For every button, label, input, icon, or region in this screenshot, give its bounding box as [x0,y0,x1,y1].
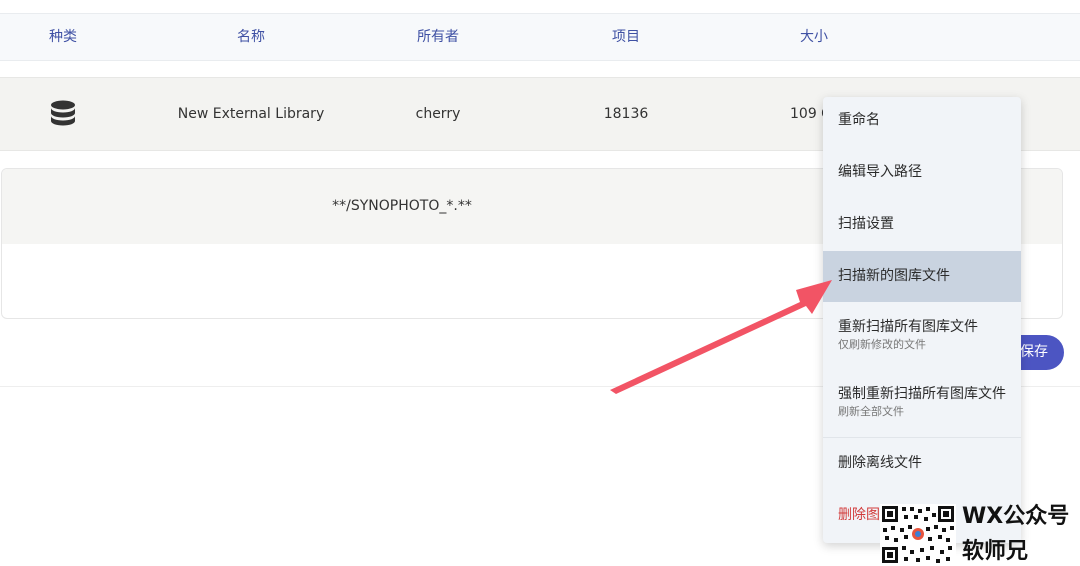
library-items: 18136 [603,106,649,122]
header-items[interactable]: 项目 [546,14,706,60]
menu-item-rescan-all[interactable]: 重新扫描所有图库文件 仅刷新修改的文件 [823,305,1021,365]
watermark-line-1: WX公众号 [962,504,1070,529]
header-type[interactable]: 种类 [0,14,143,60]
library-context-menu: 重命名 编辑导入路径 扫描设置 扫描新的图库文件 重新扫描所有图库文件 仅刷新修… [823,97,1021,543]
qr-code-icon [880,504,956,565]
header-owner[interactable]: 所有者 [358,14,518,60]
menu-item-scan-settings[interactable]: 扫描设置 [823,201,1021,247]
menu-item-rescan-all-label: 重新扫描所有图库文件 [838,319,978,335]
menu-item-rename[interactable]: 重命名 [823,97,1021,143]
library-owner: cherry [415,106,461,122]
menu-item-force-rescan-all-label: 强制重新扫描所有图库文件 [838,386,1006,402]
menu-item-remove-offline[interactable]: 删除离线文件 [823,440,1021,486]
exclusion-pattern: **/SYNOPHOTO_*.** [332,198,472,214]
menu-item-rescan-all-hint: 仅刷新修改的文件 [838,338,926,351]
database-icon [51,100,75,126]
watermark-line-2: 软师兄 [962,539,1029,564]
menu-separator [823,437,1021,438]
menu-item-force-rescan-all[interactable]: 强制重新扫描所有图库文件 刷新全部文件 [823,372,1021,432]
table-header: 种类 名称 所有者 项目 大小 [0,13,1080,61]
header-name[interactable]: 名称 [171,14,331,60]
header-size[interactable]: 大小 [734,14,894,60]
menu-item-force-rescan-all-hint: 刷新全部文件 [838,405,904,418]
menu-item-scan-new[interactable]: 扫描新的图库文件 [823,251,1021,302]
library-name: New External Library [177,106,325,122]
menu-item-edit-import-path[interactable]: 编辑导入路径 [823,149,1021,195]
